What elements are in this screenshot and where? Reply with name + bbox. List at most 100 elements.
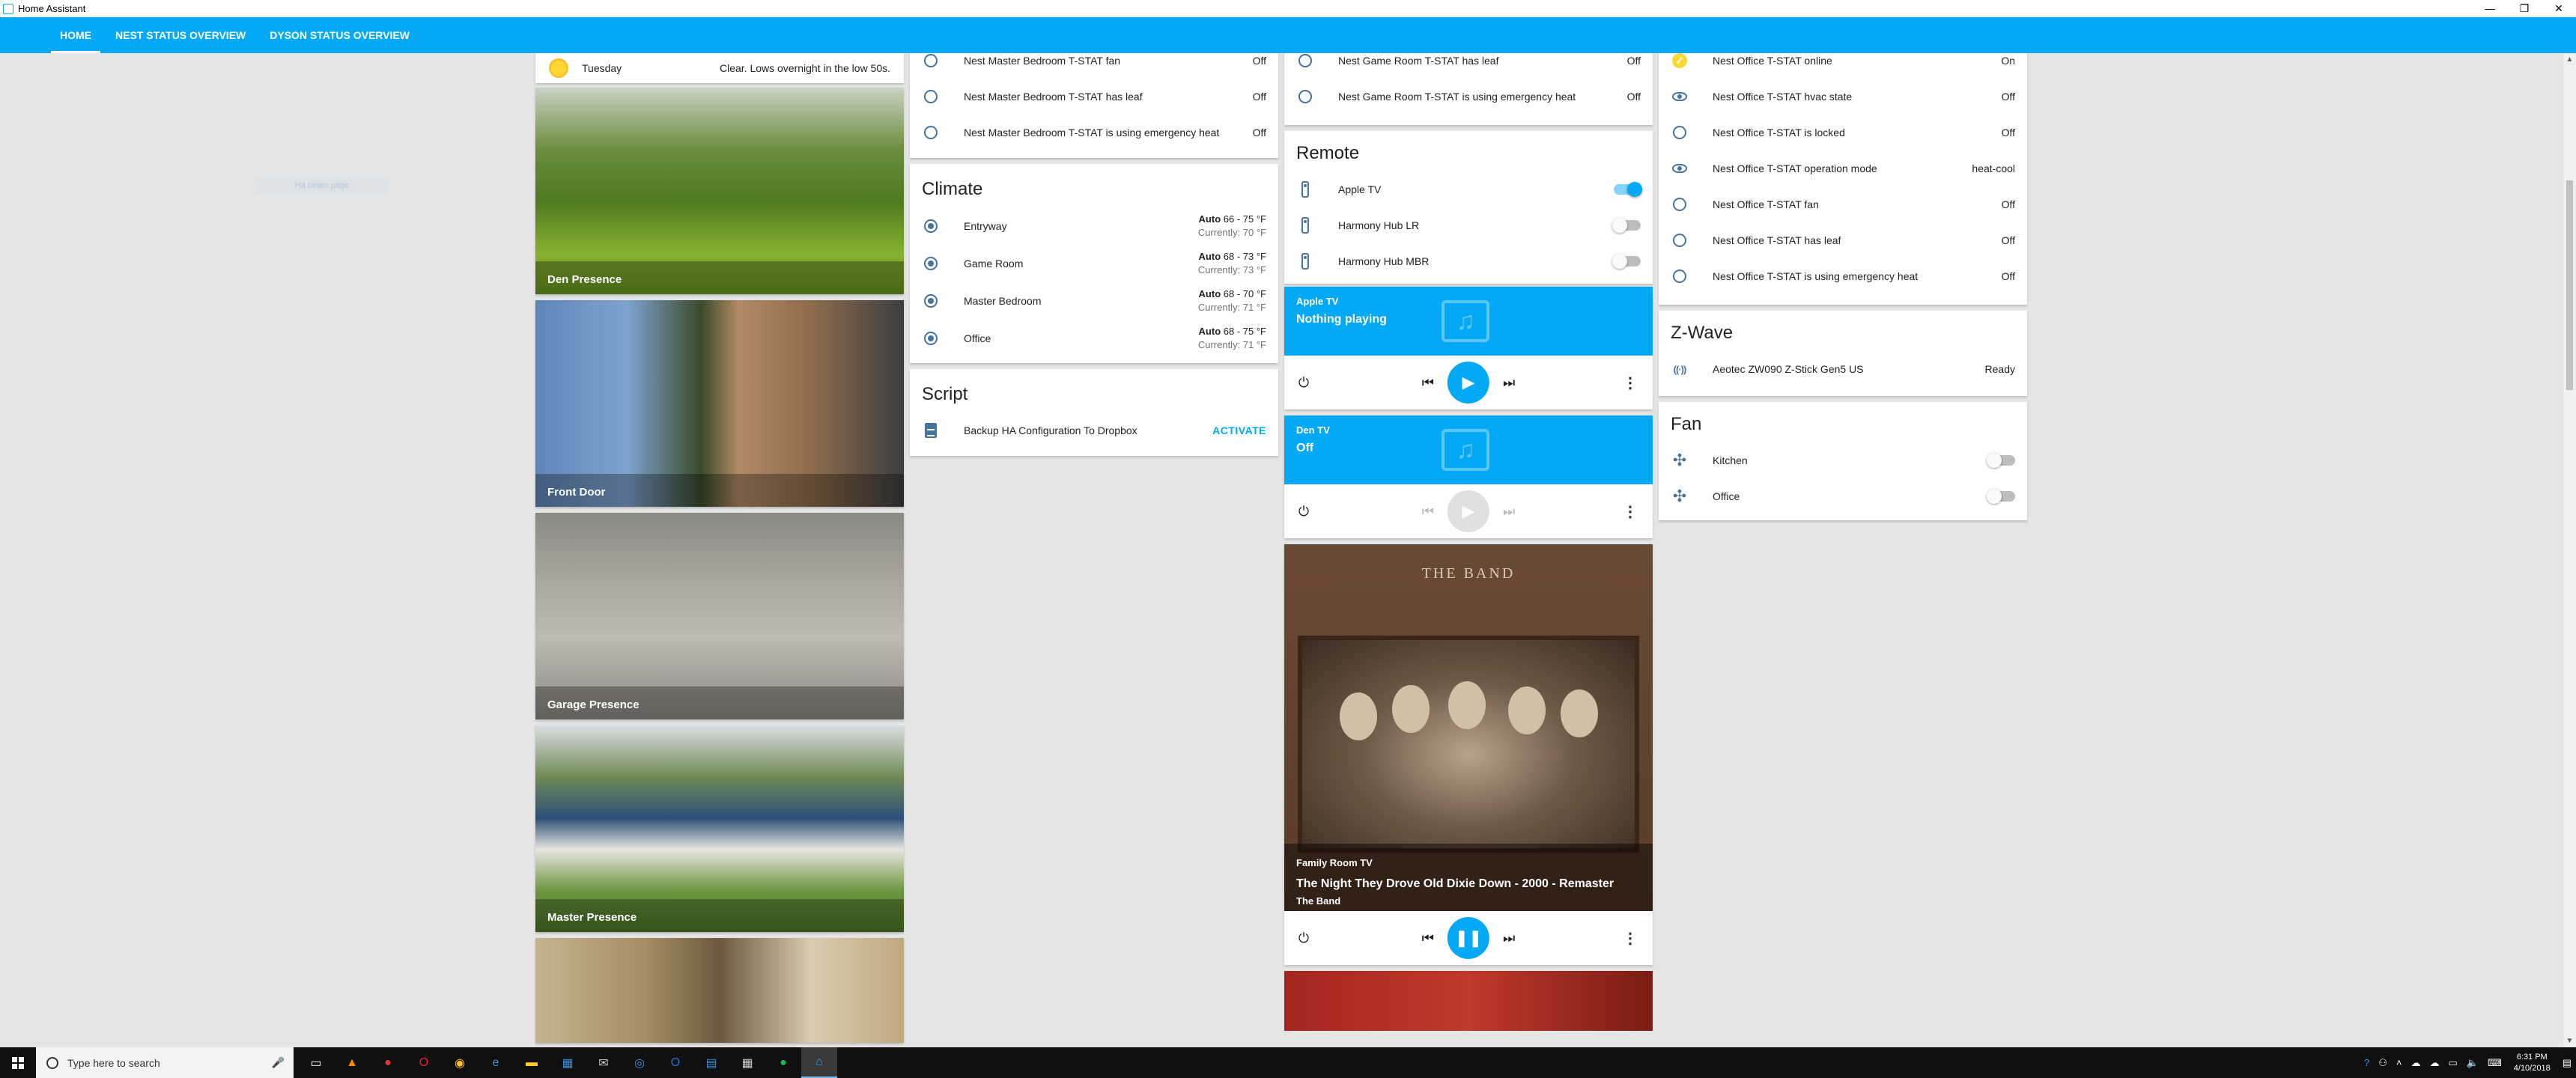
entity-row[interactable]: Nest Master Bedroom T-STAT is using emer… — [910, 115, 1278, 150]
power-icon[interactable]: ⏻ — [1295, 375, 1313, 391]
weather-forecast-row[interactable]: Tuesday Clear. Lows overnight in the low… — [535, 53, 904, 83]
opera-icon[interactable]: O — [406, 1047, 442, 1078]
next-track-icon[interactable]: ⏭ — [1503, 375, 1515, 391]
apple-tv-toggle[interactable] — [1614, 182, 1642, 197]
office-fan-toggle[interactable] — [1987, 489, 2015, 504]
cloud-icon[interactable]: ☁ — [2430, 1057, 2440, 1069]
more-vertical-icon[interactable]: ⋮ — [1623, 374, 1638, 392]
volume-icon[interactable]: 🔈 — [2467, 1057, 2479, 1069]
next-track-icon[interactable]: ⏭ — [1503, 931, 1515, 946]
app-icon[interactable]: ▤ — [693, 1047, 729, 1078]
previous-track-icon[interactable]: ⏮ — [1422, 931, 1434, 946]
harmony-mbr-toggle[interactable] — [1612, 254, 1641, 269]
help-icon[interactable]: ? — [2364, 1057, 2369, 1068]
vertical-scrollbar[interactable]: ▲ ▼ — [2563, 53, 2576, 1047]
camera-master-presence[interactable]: Master Presence — [535, 725, 904, 932]
play-button[interactable]: ▶ — [1448, 362, 1489, 404]
more-vertical-icon[interactable]: ⋮ — [1623, 929, 1638, 948]
tab-dyson-status-overview[interactable]: DYSON STATUS OVERVIEW — [258, 17, 422, 53]
camera-hallway[interactable] — [535, 938, 904, 1043]
fan-row-kitchen[interactable]: ✣ Kitchen — [1659, 442, 2027, 478]
entity-row[interactable]: Nest Master Bedroom T-STAT has leaf Off — [910, 79, 1278, 115]
mail-icon[interactable]: ✉ — [586, 1047, 622, 1078]
app-icon[interactable]: ◎ — [622, 1047, 657, 1078]
tab-dyson-label: DYSON STATUS OVERVIEW — [270, 29, 410, 41]
microphone-icon[interactable]: 🎤 — [272, 1056, 285, 1069]
more-vertical-icon[interactable]: ⋮ — [1623, 502, 1638, 521]
entity-row[interactable]: Nest Master Bedroom T-STAT fan Off — [910, 53, 1278, 79]
scroll-down-arrow-icon[interactable]: ▼ — [2563, 1035, 2576, 1047]
edge-icon[interactable]: e — [478, 1047, 514, 1078]
media-header[interactable]: Apple TV Nothing playing ♫ — [1284, 287, 1653, 356]
tab-home[interactable]: HOME — [48, 17, 103, 53]
entity-row[interactable]: ✓ Nest Office T-STAT online On — [1659, 53, 2027, 79]
entity-row[interactable]: Nest Office T-STAT fan Off — [1659, 186, 2027, 222]
pause-button[interactable]: ❚❚ — [1448, 917, 1489, 959]
home-assistant-taskbar-icon[interactable]: ⌂ — [801, 1047, 837, 1078]
entity-row[interactable]: Nest Game Room T-STAT is using emergency… — [1284, 79, 1653, 115]
climate-row-master-bedroom[interactable]: Master Bedroom Auto 68 - 70 °F Currently… — [910, 282, 1278, 320]
calculator-icon[interactable]: ▦ — [729, 1047, 765, 1078]
taskbar-search-box[interactable]: Type here to search 🎤 — [36, 1047, 294, 1078]
scrollbar-thumb[interactable] — [2566, 180, 2573, 390]
remote-row-harmony-lr[interactable]: Harmony Hub LR — [1284, 207, 1653, 243]
circle-icon — [1671, 267, 1689, 285]
store-icon[interactable]: ▦ — [550, 1047, 586, 1078]
app-icon[interactable]: ● — [370, 1047, 406, 1078]
media-header[interactable]: Den TV Off ♫ — [1284, 415, 1653, 484]
network-icon[interactable]: ▭ — [2449, 1057, 2458, 1069]
scroll-up-arrow-icon[interactable]: ▲ — [2563, 53, 2576, 66]
taskbar-clock[interactable]: 6:31 PM 4/10/2018 — [2514, 1052, 2551, 1074]
restore-button[interactable]: ❐ — [2507, 0, 2542, 17]
task-view-icon[interactable]: ▭ — [298, 1047, 334, 1078]
entity-row[interactable]: Nest Office T-STAT operation mode heat-c… — [1659, 150, 2027, 186]
harmony-lr-toggle[interactable] — [1612, 218, 1641, 233]
climate-row-game-room[interactable]: Game Room Auto 68 - 73 °F Currently: 73 … — [910, 245, 1278, 282]
zwave-row[interactable]: ((·)) Aeotec ZW090 Z-Stick Gen5 US Ready — [1659, 351, 2027, 387]
notifications-icon[interactable]: ▤ — [2563, 1057, 2572, 1069]
entity-row[interactable]: Nest Office T-STAT has leaf Off — [1659, 222, 2027, 258]
language-icon[interactable]: ⌨ — [2488, 1057, 2502, 1069]
onedrive-icon[interactable]: ☁ — [2411, 1057, 2421, 1069]
eye-icon — [1671, 88, 1689, 106]
camera-den-presence[interactable]: Den Presence — [535, 88, 904, 294]
start-button[interactable] — [0, 1047, 36, 1078]
outlook-icon[interactable]: O — [657, 1047, 693, 1078]
remote-row-harmony-mbr[interactable]: Harmony Hub MBR — [1284, 243, 1653, 279]
entity-row[interactable]: Nest Office T-STAT hvac state Off — [1659, 79, 2027, 115]
spotify-icon[interactable]: ● — [765, 1047, 801, 1078]
power-icon[interactable]: ⏻ — [1295, 504, 1313, 520]
file-explorer-icon[interactable]: ▬ — [514, 1047, 550, 1078]
fan-row-office[interactable]: ✣ Office — [1659, 478, 2027, 514]
climate-range: 68 - 75 °F — [1223, 326, 1266, 337]
album-art[interactable]: THE BAND Family Room TV The Night They D… — [1284, 544, 1653, 911]
entity-row[interactable]: Nest Game Room T-STAT has leaf Off — [1284, 53, 1653, 79]
entity-row[interactable]: Nest Office T-STAT is using emergency he… — [1659, 258, 2027, 294]
system-tray: ? ⚇ ˄ ☁ ☁ ▭ 🔈 ⌨ 6:31 PM 4/10/2018 ▤ — [2360, 1047, 2576, 1078]
climate-state: Auto 66 - 75 °F Currently: 70 °F — [1198, 213, 1266, 240]
remote-row-apple-tv[interactable]: Apple TV — [1284, 171, 1653, 207]
camera-front-door[interactable]: Front Door — [535, 300, 904, 507]
kitchen-fan-toggle[interactable] — [1987, 453, 2015, 468]
minimize-button[interactable]: — — [2473, 0, 2507, 17]
close-button[interactable]: ✕ — [2542, 0, 2576, 17]
people-icon[interactable]: ⚇ — [2378, 1057, 2387, 1069]
tab-nest-status-overview[interactable]: NEST STATUS OVERVIEW — [103, 17, 258, 53]
album-art-partial[interactable] — [1284, 971, 1653, 1031]
fan-icon: ✣ — [1672, 451, 1687, 469]
chevron-up-icon[interactable]: ˄ — [2396, 1057, 2402, 1068]
climate-row-entryway[interactable]: Entryway Auto 66 - 75 °F Currently: 70 °… — [910, 207, 1278, 245]
climate-row-office[interactable]: Office Auto 68 - 75 °F Currently: 71 °F — [910, 320, 1278, 357]
chrome-icon[interactable]: ◉ — [442, 1047, 478, 1078]
column-3: Nest Game Room T-STAT has leaf Off Nest … — [1284, 53, 1653, 1031]
entity-name: Nest Office T-STAT hvac state — [1713, 91, 1853, 103]
entity-name: Nest Master Bedroom T-STAT is using emer… — [964, 127, 1220, 138]
z-wave-icon: ((·)) — [1673, 363, 1687, 375]
vlc-icon[interactable]: ▲ — [334, 1047, 370, 1078]
entity-name: Nest Office T-STAT operation mode — [1713, 162, 1877, 174]
power-icon[interactable]: ⏻ — [1295, 931, 1313, 946]
activate-button[interactable]: ACTIVATE — [1212, 424, 1266, 436]
entity-row[interactable]: Nest Office T-STAT is locked Off — [1659, 115, 2027, 150]
previous-track-icon[interactable]: ⏮ — [1422, 375, 1434, 391]
camera-garage-presence[interactable]: Garage Presence — [535, 513, 904, 719]
